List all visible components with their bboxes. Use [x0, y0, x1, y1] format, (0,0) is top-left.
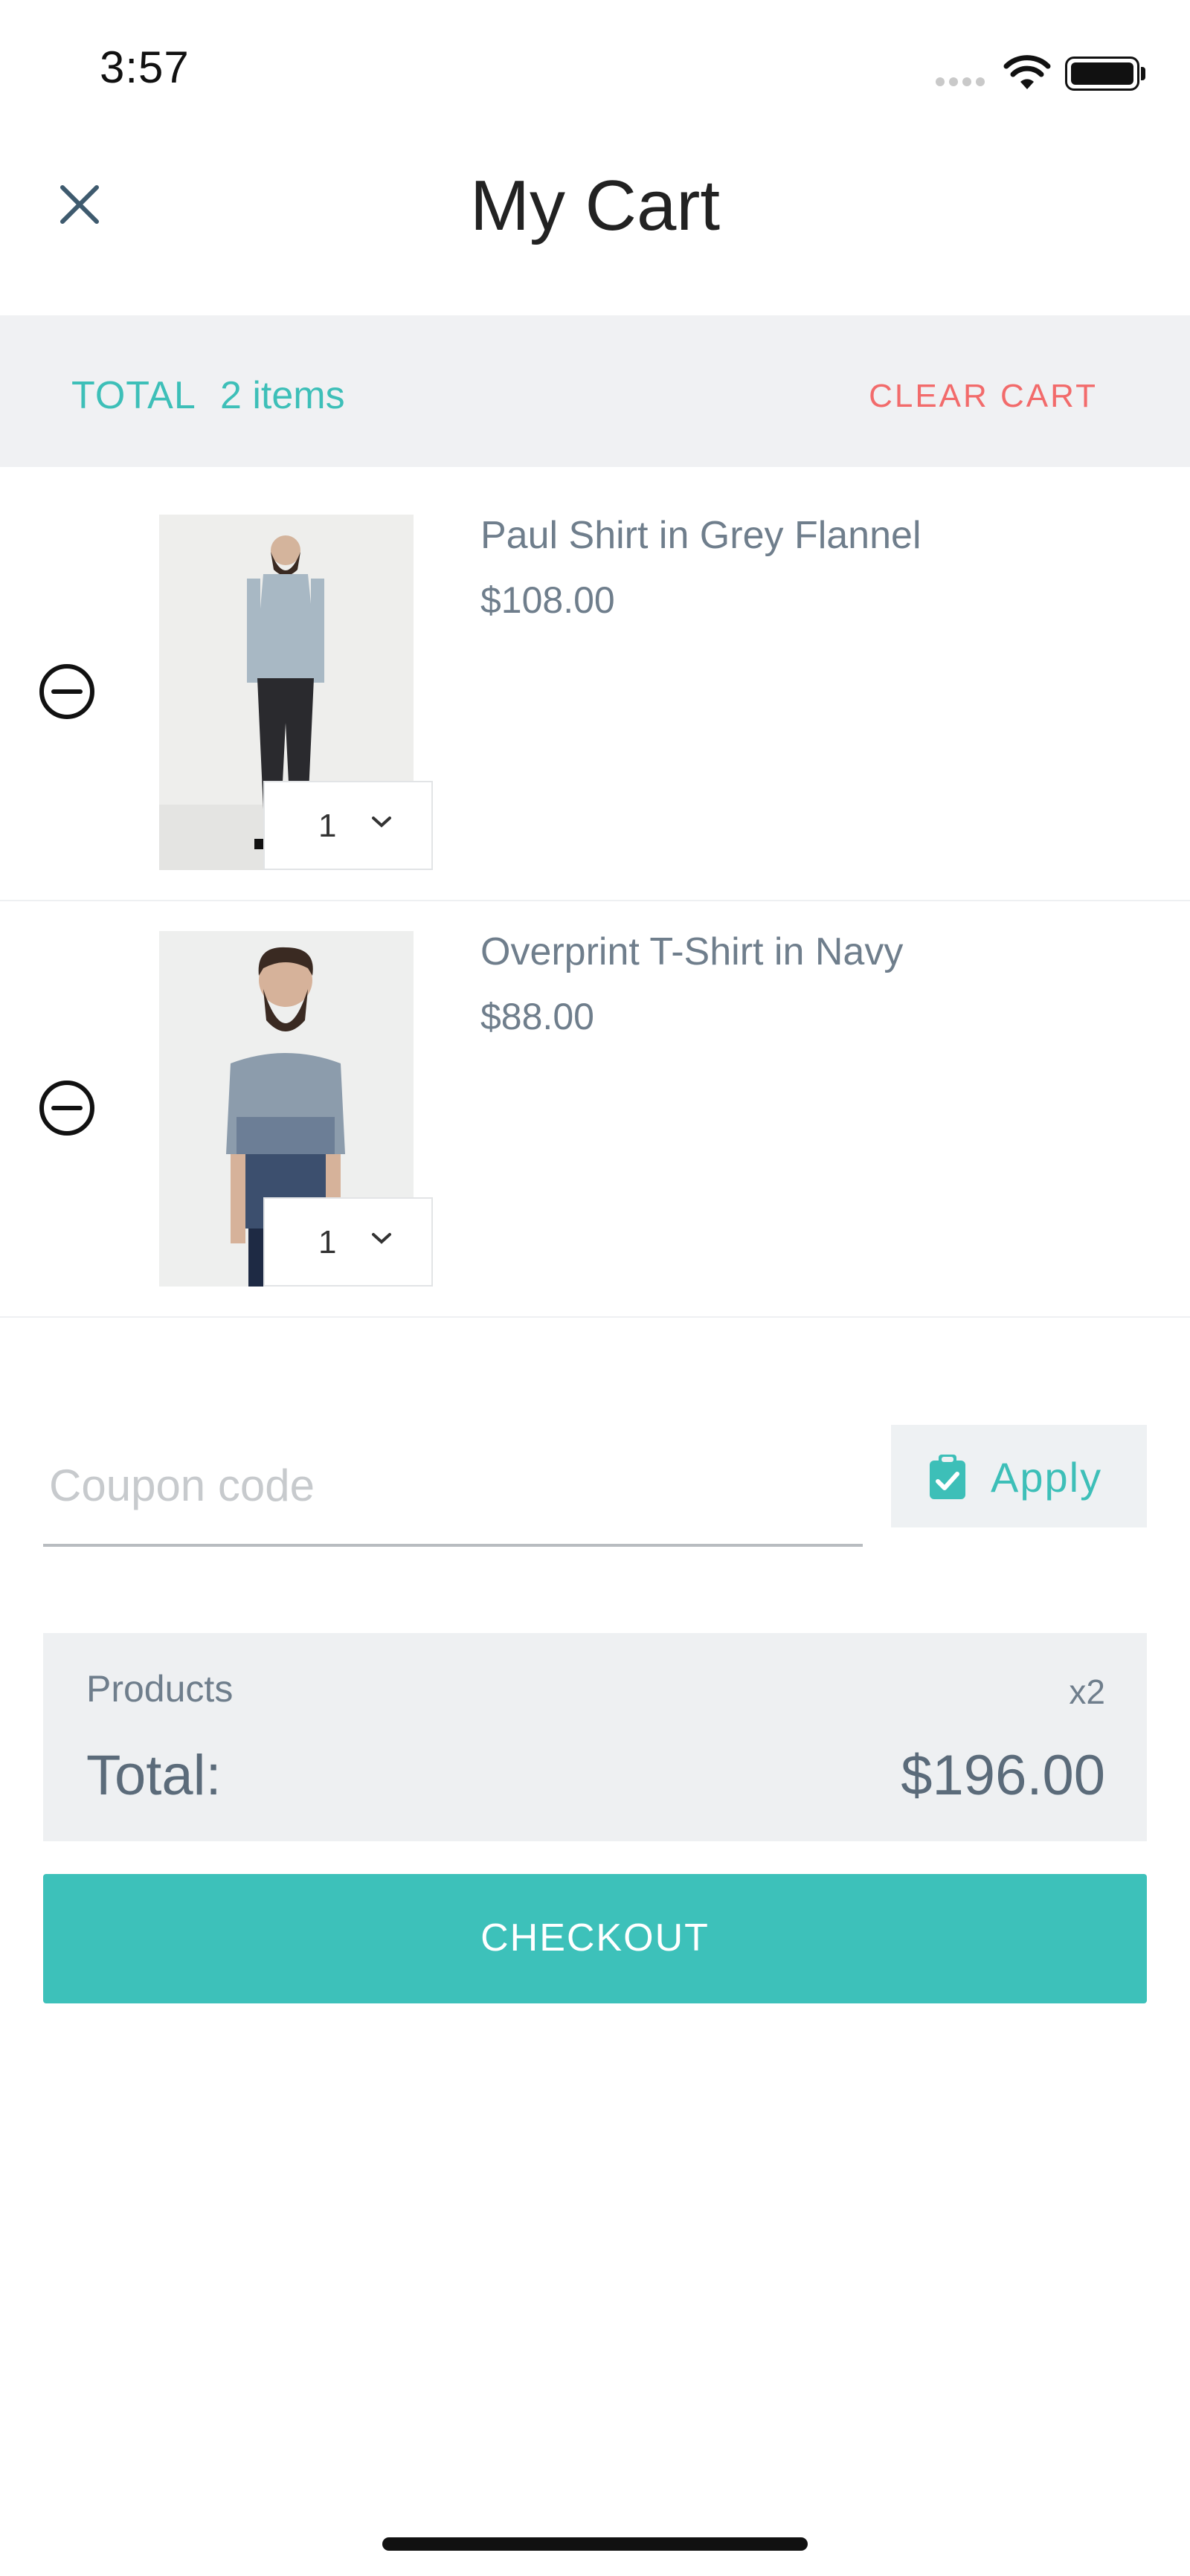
home-indicator[interactable]: [382, 2537, 808, 2551]
apply-coupon-button[interactable]: Apply: [891, 1425, 1147, 1527]
remove-item-icon[interactable]: [37, 662, 97, 721]
status-bar: 3:57: [0, 0, 1190, 134]
cart-item: 1 Paul Shirt in Grey Flannel $108.00: [0, 485, 1190, 901]
quantity-value: 1: [318, 808, 337, 844]
quantity-value: 1: [318, 1224, 337, 1260]
wifi-icon: [1003, 55, 1051, 89]
battery-icon: [1065, 57, 1139, 91]
remove-item-icon[interactable]: [37, 1078, 97, 1138]
order-summary: Products x2 Total: $196.00: [43, 1633, 1147, 1841]
products-count: x2: [1069, 1672, 1105, 1711]
checkout-button[interactable]: CHECKOUT: [43, 1874, 1147, 2003]
page-title: My Cart: [470, 166, 720, 245]
total-label: Total:: [86, 1744, 222, 1807]
item-count: 2 items: [220, 374, 345, 417]
cart-item: 1 Overprint T-Shirt in Navy $88.00: [0, 901, 1190, 1318]
quantity-select[interactable]: 1: [263, 1197, 433, 1287]
clear-cart-button[interactable]: CLEAR CART: [869, 378, 1098, 415]
coupon-code-input[interactable]: [43, 1426, 863, 1547]
cellular-signal-icon: [936, 77, 985, 86]
status-time: 3:57: [100, 42, 190, 92]
battery-cap: [1141, 67, 1145, 80]
apply-label: Apply: [991, 1454, 1103, 1501]
product-name[interactable]: Paul Shirt in Grey Flannel: [480, 513, 922, 558]
product-price: $88.00: [480, 996, 594, 1037]
total-label: TOTAL: [71, 374, 196, 417]
clipboard-check-icon: [930, 1455, 965, 1499]
product-name[interactable]: Overprint T-Shirt in Navy: [480, 930, 903, 974]
products-label: Products: [86, 1668, 234, 1710]
checkout-label: CHECKOUT: [480, 1916, 710, 1960]
quantity-select[interactable]: 1: [263, 781, 433, 870]
product-price: $108.00: [480, 579, 615, 621]
chevron-down-icon: [372, 1233, 391, 1244]
chevron-down-icon: [372, 817, 391, 828]
total-value: $196.00: [901, 1744, 1105, 1807]
